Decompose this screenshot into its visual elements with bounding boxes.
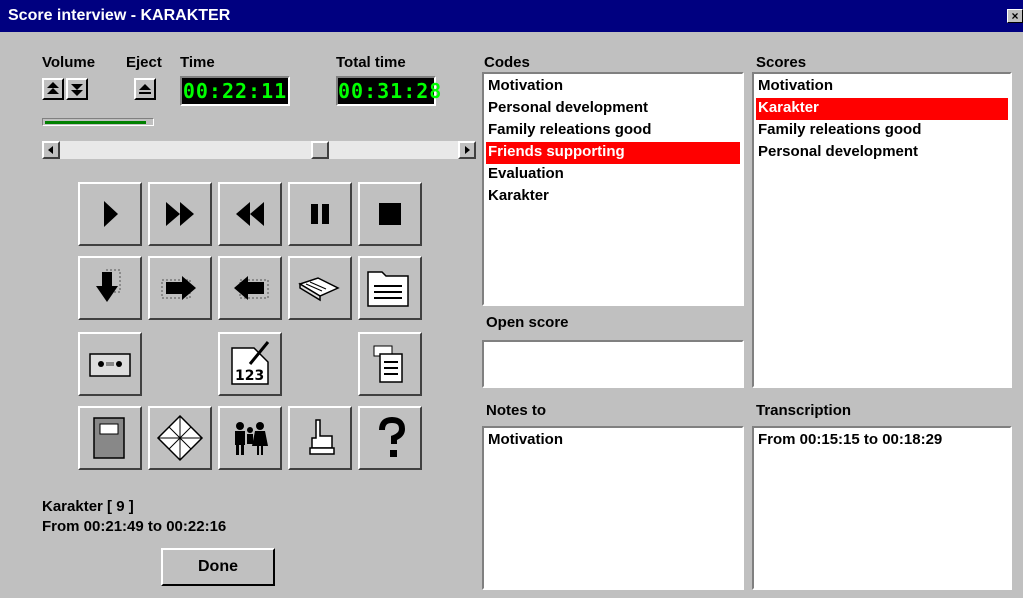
edit-numbers-icon: 123 [231,341,270,385]
pause-button[interactable] [288,182,352,246]
pointing-hand-button[interactable] [288,406,352,470]
scroll-right-icon [465,146,470,154]
codes-item[interactable]: Personal development [486,98,740,120]
eject-button[interactable] [134,78,156,100]
scroll-right-button[interactable] [458,141,476,159]
people-icon [235,422,268,455]
open-score-label: Open score [486,314,569,331]
scores-item[interactable]: Family releations good [756,120,1008,142]
current-score-status: Karakter [ 9 ] [42,498,134,515]
scroll-thumb[interactable] [311,141,329,159]
volume-down-button[interactable] [66,78,88,100]
printer-button[interactable] [358,332,422,396]
title-bar: Score interview - KARAKTER × [0,0,1023,32]
time-label: Time [180,54,215,71]
arrow-down-icon [96,269,121,302]
scroll-left-icon [48,146,53,154]
play-button[interactable] [78,182,142,246]
notebook-button[interactable] [78,406,142,470]
move-right-button[interactable] [148,256,212,320]
notes-label: Notes to [486,402,546,419]
codes-label: Codes [484,54,530,71]
scores-list[interactable]: Motivation Karakter Family releations go… [752,72,1012,388]
transcription-label: Transcription [756,402,852,419]
scores-item-selected[interactable]: Karakter [756,98,1008,120]
codes-item[interactable]: Family releations good [486,120,740,142]
codes-item[interactable]: Evaluation [486,164,740,186]
printer-icon [373,345,403,383]
cassette-button[interactable] [78,332,142,396]
people-button[interactable] [218,406,282,470]
edit-numbers-button[interactable]: 123 [218,332,282,396]
arrow-left-icon [234,276,269,300]
volume-label: Volume [42,54,96,71]
open-score-value [486,344,740,366]
open-score-field[interactable] [482,340,744,388]
play-icon [104,201,118,227]
scroll-left-button[interactable] [42,141,60,159]
volume-up-icon [47,82,59,94]
eject-label: Eject [126,54,162,71]
stop-icon [379,203,401,225]
current-score-range: From 00:21:49 to 00:22:16 [42,518,227,535]
cassette-icon [89,353,131,377]
scores-label: Scores [756,54,807,71]
move-down-button[interactable] [78,256,142,320]
scores-item[interactable]: Personal development [756,142,1008,164]
fast-forward-button[interactable] [148,182,212,246]
rewind-button[interactable] [218,182,282,246]
stop-button[interactable] [358,182,422,246]
codes-item[interactable]: Motivation [486,76,740,98]
window-title: Score interview - KARAKTER [8,7,231,24]
codes-list[interactable]: Motivation Personal development Family r… [482,72,744,306]
codes-item-selected[interactable]: Friends supporting [486,142,740,164]
document-icon [367,271,409,307]
calculator-icon [156,414,204,462]
volume-level-fill [45,121,146,124]
svg-text:123: 123 [235,368,264,384]
eject-icon [139,84,151,94]
calculator-button[interactable] [148,406,212,470]
transcription-item[interactable]: From 00:15:15 to 00:18:29 [756,430,1008,452]
book-icon [298,277,340,302]
volume-down-icon [71,84,83,96]
done-button[interactable]: Done [161,548,275,586]
close-button[interactable]: × [1007,9,1023,23]
document-button[interactable] [358,256,422,320]
notes-item[interactable]: Motivation [486,430,740,452]
transcription-list[interactable]: From 00:15:15 to 00:18:29 [752,426,1012,590]
fast-forward-icon [166,202,194,226]
score-interview-window: Score interview - KARAKTER × Volume Ejec… [0,0,1023,598]
help-button[interactable] [358,406,422,470]
book-button[interactable] [288,256,352,320]
total-time-label: Total time [336,54,406,71]
codes-item[interactable]: Karakter [486,186,740,208]
rewind-icon [236,202,264,226]
notes-list[interactable]: Motivation [482,426,744,590]
move-left-button[interactable] [218,256,282,320]
help-icon [379,416,406,457]
position-scrollbar[interactable] [42,141,476,159]
volume-level-bar [42,118,154,126]
arrow-right-icon [161,276,196,300]
volume-up-button[interactable] [42,78,64,100]
pause-icon [311,204,329,224]
total-time-display: 00:31:28 [336,76,441,106]
notebook-icon [93,417,125,459]
pointing-hand-icon [309,419,335,455]
scores-item[interactable]: Motivation [756,76,1008,98]
time-display: 00:22:11 [180,76,290,106]
